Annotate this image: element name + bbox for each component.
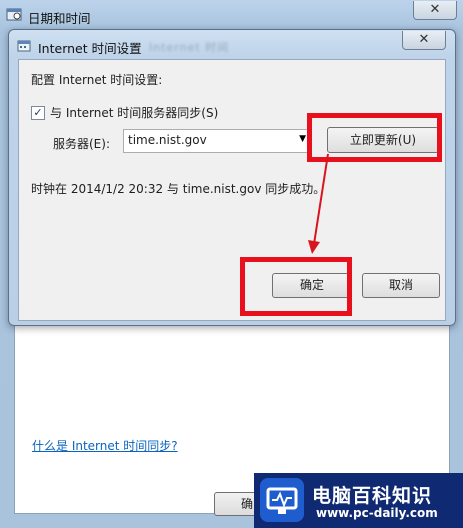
watermark-logo-icon	[260, 478, 304, 522]
dialog-close-button[interactable]: ✕	[402, 31, 446, 50]
help-link[interactable]: 什么是 Internet 时间同步?	[32, 437, 178, 454]
window-title: 日期和时间	[28, 11, 91, 26]
sync-checkbox-label[interactable]: 与 Internet 时间服务器同步(S)	[50, 104, 218, 121]
server-label: 服务器(E):	[53, 137, 110, 151]
server-value[interactable]: time.nist.gov	[128, 133, 207, 147]
settings-panel: 配置 Internet 时间设置: ✓ 与 Internet 时间服务器同步(S…	[18, 59, 446, 321]
config-label: 配置 Internet 时间设置:	[31, 73, 163, 87]
server-combobox[interactable]: time.nist.gov ▼	[123, 129, 311, 153]
site-watermark: 电脑百科知识 www.pc-daily.com	[254, 473, 463, 528]
window-close-button[interactable]: ✕	[413, 1, 457, 20]
ok-highlight-box	[240, 257, 352, 316]
sync-option[interactable]: ✓ 与 Internet 时间服务器同步(S)	[31, 104, 218, 121]
internet-time-icon	[17, 40, 31, 52]
dialog-title: Internet 时间设置	[38, 41, 142, 56]
watermark-title: 电脑百科知识	[312, 485, 433, 507]
sync-checkbox[interactable]: ✓	[31, 105, 45, 120]
date-time-icon	[6, 8, 22, 21]
chevron-down-icon[interactable]: ▼	[299, 134, 306, 144]
watermark-url: www.pc-daily.com	[316, 506, 438, 520]
internet-time-settings-dialog: Internet 时间设置 Internet 时间 ✕ 配置 Internet …	[8, 29, 456, 326]
background-ghost-text: Internet 时间	[149, 41, 230, 54]
sync-status-text: 时钟在 2014/1/2 20:32 与 time.nist.gov 同步成功。	[31, 182, 326, 196]
cancel-button[interactable]: 取消	[362, 273, 440, 298]
red-arrow-icon	[308, 153, 329, 254]
